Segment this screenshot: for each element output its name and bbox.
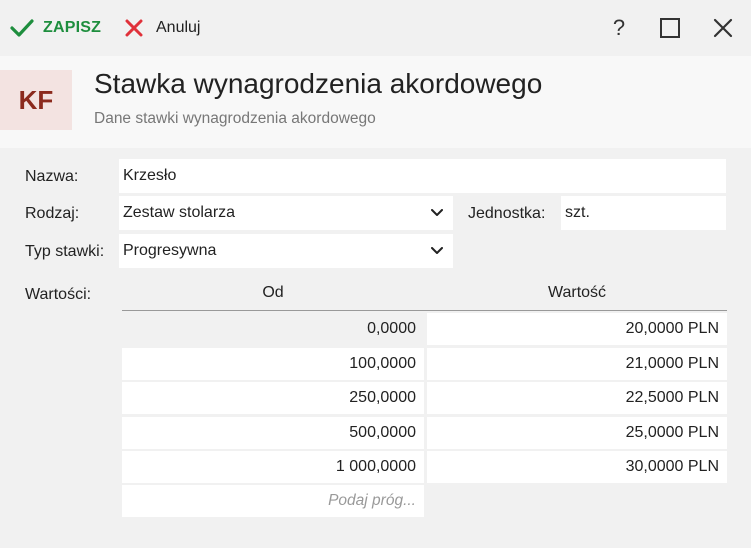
checkmark-icon xyxy=(10,19,34,37)
cell-od[interactable]: 500,0000 xyxy=(122,417,424,449)
chevron-down-icon xyxy=(431,247,443,254)
rodzaj-value: Zestaw stolarza xyxy=(123,204,236,221)
maximize-icon xyxy=(660,18,680,38)
page-title: Stawka wynagrodzenia akordowego xyxy=(94,68,543,99)
cell-od[interactable]: 100,0000 xyxy=(122,348,424,380)
typ-stawki-value: Progresywna xyxy=(123,242,217,259)
close-window-button[interactable] xyxy=(709,14,737,42)
cell-wartosc[interactable]: 21,0000 PLN xyxy=(427,348,727,380)
maximize-button[interactable] xyxy=(656,14,684,42)
help-icon: ? xyxy=(612,15,626,40)
cell-wartosc[interactable]: 22,5000 PLN xyxy=(427,382,727,414)
rodzaj-label: Rodzaj: xyxy=(25,205,80,222)
jednostka-label: Jednostka: xyxy=(468,205,546,222)
help-button[interactable]: ? xyxy=(605,14,633,42)
save-button[interactable]: ZAPISZ xyxy=(10,0,101,56)
avatar: KF xyxy=(0,70,72,130)
wartosci-label: Wartości: xyxy=(25,286,92,303)
nazwa-value: Krzesło xyxy=(123,167,177,184)
typ-stawki-select[interactable]: Progresywna xyxy=(119,234,453,268)
nazwa-label: Nazwa: xyxy=(25,168,79,185)
toolbar: ZAPISZ Anuluj ? xyxy=(0,0,751,56)
cancel-button[interactable]: Anuluj xyxy=(124,0,200,56)
new-threshold-input[interactable]: Podaj próg... xyxy=(122,485,424,517)
jednostka-value: szt. xyxy=(565,204,590,221)
save-button-label: ZAPISZ xyxy=(43,19,102,36)
column-header-wartosc[interactable]: Wartość xyxy=(427,284,727,302)
rodzaj-select[interactable]: Zestaw stolarza xyxy=(119,196,453,230)
cell-wartosc[interactable]: 25,0000 PLN xyxy=(427,417,727,449)
cell-od[interactable]: 1 000,0000 xyxy=(122,451,424,483)
dialog-header: KF Stawka wynagrodzenia akordowego Dane … xyxy=(0,56,751,148)
cell-wartosc[interactable]: 20,0000 PLN xyxy=(427,313,727,345)
cancel-button-label: Anuluj xyxy=(156,19,201,36)
typ-stawki-label: Typ stawki: xyxy=(25,243,105,260)
close-x-icon xyxy=(125,19,143,37)
cell-od[interactable]: 250,0000 xyxy=(122,382,424,414)
close-icon xyxy=(713,18,733,38)
nazwa-input[interactable]: Krzesło xyxy=(119,159,726,193)
chevron-down-icon xyxy=(431,209,443,216)
page-subtitle: Dane stawki wynagrodzenia akordowego xyxy=(94,110,376,127)
jednostka-input[interactable]: szt. xyxy=(561,196,726,230)
header-divider xyxy=(122,310,727,311)
cell-wartosc[interactable]: 30,0000 PLN xyxy=(427,451,727,483)
cell-od[interactable]: 0,0000 xyxy=(122,313,424,345)
column-header-od[interactable]: Od xyxy=(122,284,424,302)
